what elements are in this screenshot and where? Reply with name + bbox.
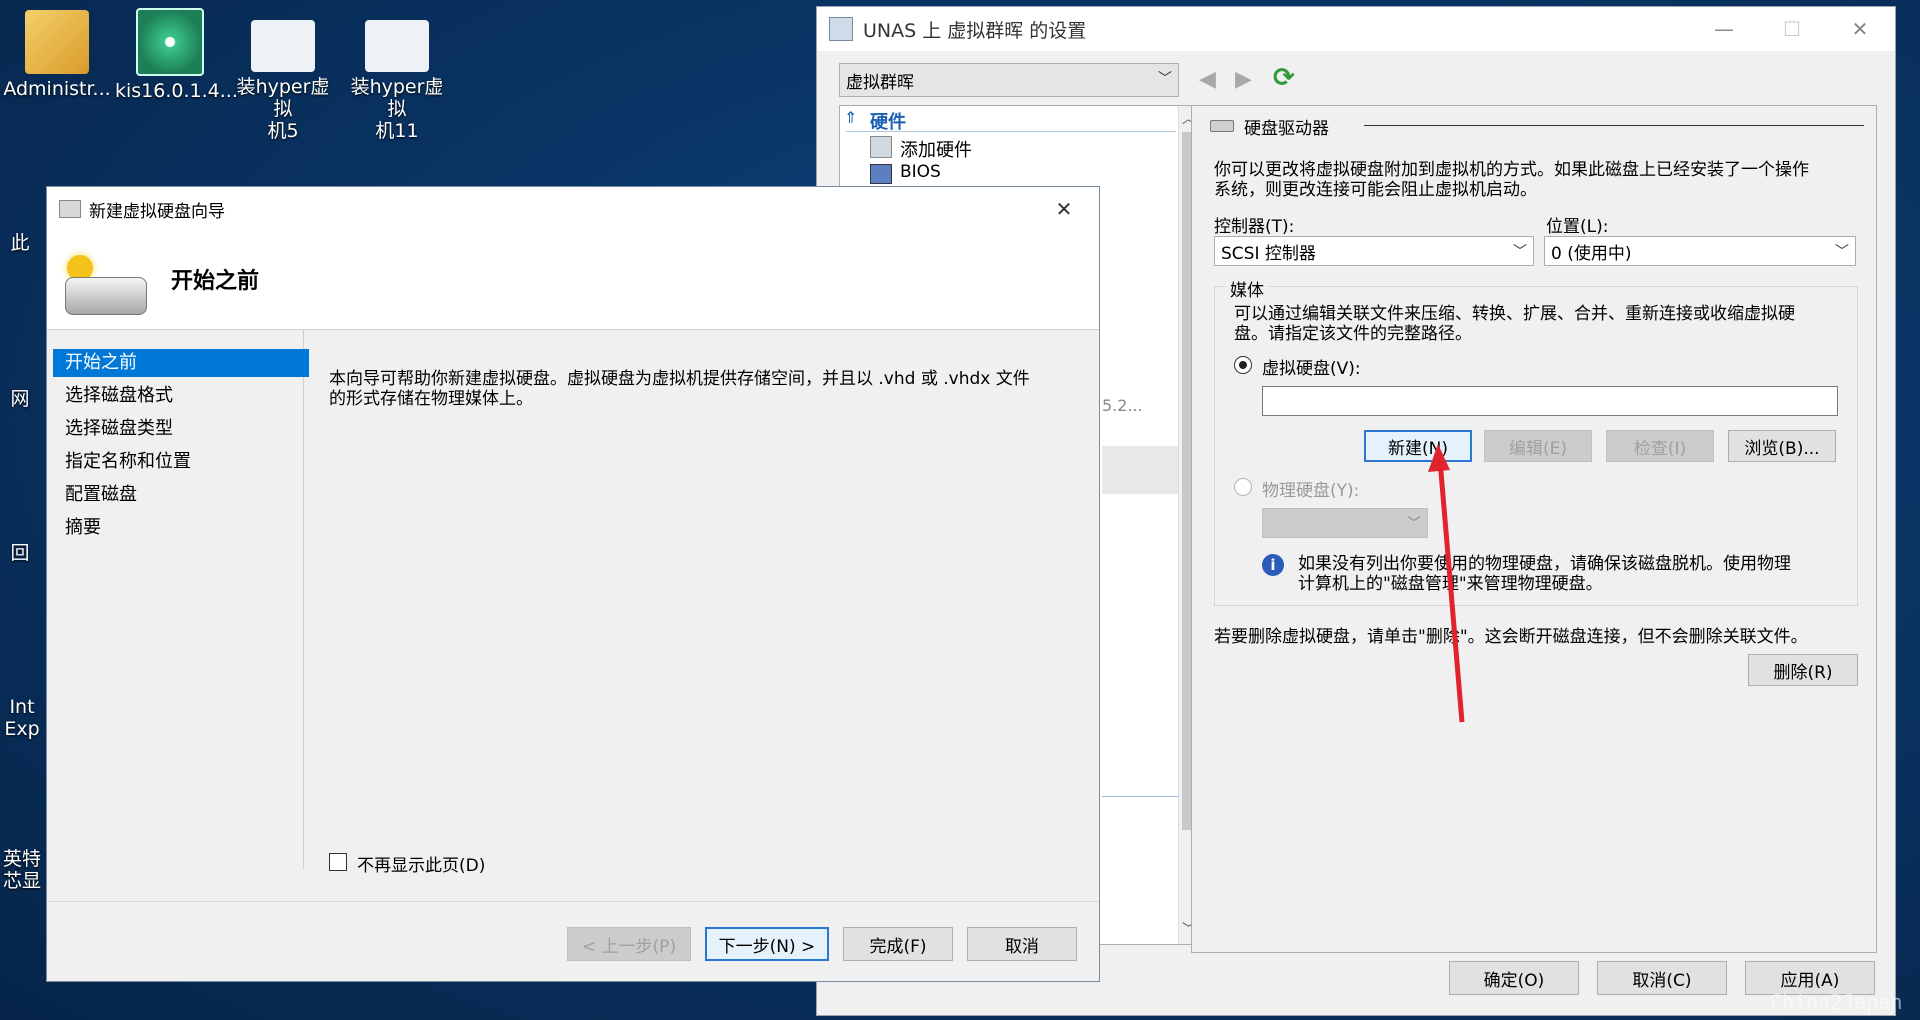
- arrow-shaft: [1437, 459, 1465, 723]
- wizard-previous-button[interactable]: < 上一步(P): [567, 927, 691, 961]
- wizard-footer-divider: [47, 901, 1099, 902]
- tree-item-add-hardware[interactable]: 添加硬件: [900, 136, 972, 162]
- controller-select[interactable]: SCSI 控制器 ﹀: [1214, 236, 1534, 266]
- desktop-icon-kis[interactable]: kis16.0.1.4...: [115, 8, 238, 102]
- document-thumbnail-icon: [251, 20, 315, 72]
- document-thumbnail-icon: [365, 20, 429, 72]
- ok-button[interactable]: 确定(O): [1449, 961, 1579, 995]
- wizard-step-4[interactable]: 指定名称和位置: [65, 448, 191, 476]
- wizard-window: 新建虚拟硬盘向导 ✕ 开始之前 开始之前 选择磁盘格式 选择磁盘类型 指定名称和…: [46, 186, 1100, 982]
- maximize-button[interactable]: ☐: [1757, 7, 1827, 51]
- info-icon: i: [1262, 554, 1284, 576]
- wizard-finish-button[interactable]: 完成(F): [843, 927, 953, 961]
- media-label: 媒体: [1226, 276, 1268, 301]
- hard-drive-icon: [1210, 120, 1234, 132]
- location-label: 位置(L):: [1546, 217, 1609, 237]
- arrow-head: [1428, 444, 1450, 472]
- tree-divider: [1102, 796, 1180, 797]
- section-divider: [846, 131, 1176, 132]
- bios-icon: [870, 164, 892, 184]
- controller-label: 控制器(T):: [1214, 217, 1295, 237]
- virtual-disk-label: 虚拟硬盘(V):: [1262, 359, 1361, 379]
- wizard-steps: 开始之前 选择磁盘格式 选择磁盘类型 指定名称和位置 配置磁盘 摘要: [47, 329, 309, 869]
- tree-item-bios[interactable]: BIOS: [900, 162, 941, 182]
- wizard-step-1[interactable]: 开始之前: [65, 349, 137, 377]
- desktop-icon-partial-2[interactable]: 网: [0, 388, 40, 410]
- settings-window-title: UNAS 上 虚拟群晖 的设置: [863, 19, 1087, 42]
- desktop-icon-partial-3[interactable]: 回: [0, 542, 40, 564]
- watermark: China2Japan: [1770, 990, 1903, 1014]
- wizard-header-title: 开始之前: [171, 269, 260, 294]
- location-select[interactable]: 0 (使用中) ﹀: [1544, 236, 1856, 266]
- wizard-header: 开始之前: [47, 231, 1099, 330]
- heading-rule: [1364, 125, 1864, 126]
- remove-description: 若要删除虚拟硬盘，请单击"删除"。这会断开磁盘连接，但不会删除关联文件。: [1214, 627, 1808, 647]
- close-button[interactable]: ✕: [1825, 7, 1895, 51]
- add-hardware-icon: [870, 136, 892, 158]
- tree-selected-row: [1102, 446, 1180, 494]
- wizard-close-button[interactable]: ✕: [1029, 187, 1099, 231]
- new-disk-wizard-icon: [55, 251, 147, 317]
- virtual-disk-radio[interactable]: [1234, 356, 1252, 374]
- forward-arrow-icon[interactable]: ▶: [1235, 67, 1252, 92]
- desktop-icon-partial-4[interactable]: Int Exp: [0, 696, 44, 740]
- chevron-down-icon: ﹀: [1835, 244, 1849, 260]
- panel-heading: 硬盘驱动器: [1244, 119, 1329, 139]
- annotation-arrow: [1428, 444, 1465, 723]
- browse-button[interactable]: 浏览(B)...: [1728, 430, 1836, 462]
- physical-disk-radio[interactable]: [1234, 478, 1252, 496]
- back-arrow-icon[interactable]: ◀: [1199, 67, 1216, 92]
- remove-button[interactable]: 删除(R): [1748, 654, 1858, 686]
- minimize-button[interactable]: —: [1689, 7, 1759, 51]
- settings-panel: 硬盘驱动器 你可以更改将虚拟硬盘附加到虚拟机的方式。如果此磁盘上已经安装了一个操…: [1191, 105, 1877, 953]
- dont-show-checkbox[interactable]: [329, 853, 347, 871]
- media-description: 可以通过编辑关联文件来压缩、转换、扩展、合并、重新连接或收缩虚拟硬 盘。请指定该…: [1234, 304, 1795, 344]
- desktop-icon-partial-5[interactable]: 英特 芯显: [0, 848, 44, 892]
- cancel-settings-button[interactable]: 取消(C): [1597, 961, 1727, 995]
- physical-disk-label: 物理硬盘(Y):: [1262, 481, 1360, 501]
- chevron-down-icon: ﹀: [1513, 244, 1527, 260]
- inspect-disk-button[interactable]: 检查(I): [1606, 430, 1714, 462]
- desktop-icon-administrator[interactable]: Administr...: [2, 10, 112, 100]
- wizard-window-title: 新建虚拟硬盘向导: [89, 201, 225, 222]
- chevron-down-icon: ﹀: [1158, 71, 1172, 87]
- wizard-step-5[interactable]: 配置磁盘: [65, 481, 137, 509]
- wizard-next-button[interactable]: 下一步(N) >: [705, 927, 829, 961]
- user-folder-icon: [25, 10, 89, 74]
- dont-show-label: 不再显示此页(D): [357, 856, 486, 876]
- panel-description: 你可以更改将虚拟硬盘附加到虚拟机的方式。如果此磁盘上已经安装了一个操作 系统，则…: [1214, 160, 1809, 200]
- wizard-titlebar[interactable]: 新建虚拟硬盘向导: [47, 187, 1099, 231]
- wizard-window-icon: [59, 200, 81, 218]
- wizard-body-text: 本向导可帮助你新建虚拟硬盘。虚拟硬盘为虚拟机提供存储空间，并且以 .vhd 或 …: [329, 369, 1030, 409]
- wizard-step-3[interactable]: 选择磁盘类型: [65, 415, 173, 443]
- wizard-step-2[interactable]: 选择磁盘格式: [65, 382, 173, 410]
- wizard-cancel-button[interactable]: 取消: [967, 927, 1077, 961]
- tree-partial-text: 5.2...: [1102, 396, 1143, 415]
- info-text: 如果没有列出你要使用的物理硬盘，请确保该磁盘脱机。使用物理 计算机上的"磁盘管理…: [1298, 554, 1791, 594]
- desktop-icon-hyper5[interactable]: 装hyper虚拟 机5: [228, 20, 338, 142]
- desktop-icon-hyper11[interactable]: 装hyper虚拟 机11: [342, 20, 452, 142]
- refresh-icon[interactable]: ⟳: [1273, 63, 1295, 93]
- desktop-icon-partial-1[interactable]: 此: [0, 232, 40, 254]
- virtual-disk-path-input[interactable]: [1262, 386, 1838, 416]
- collapse-icon[interactable]: ⇑: [844, 108, 857, 127]
- edit-disk-button[interactable]: 编辑(E): [1484, 430, 1592, 462]
- settings-window-icon: [829, 17, 853, 41]
- vm-select[interactable]: 虚拟群晖 ﹀: [839, 63, 1179, 97]
- wizard-step-6[interactable]: 摘要: [65, 514, 101, 542]
- disc-icon: [136, 8, 204, 76]
